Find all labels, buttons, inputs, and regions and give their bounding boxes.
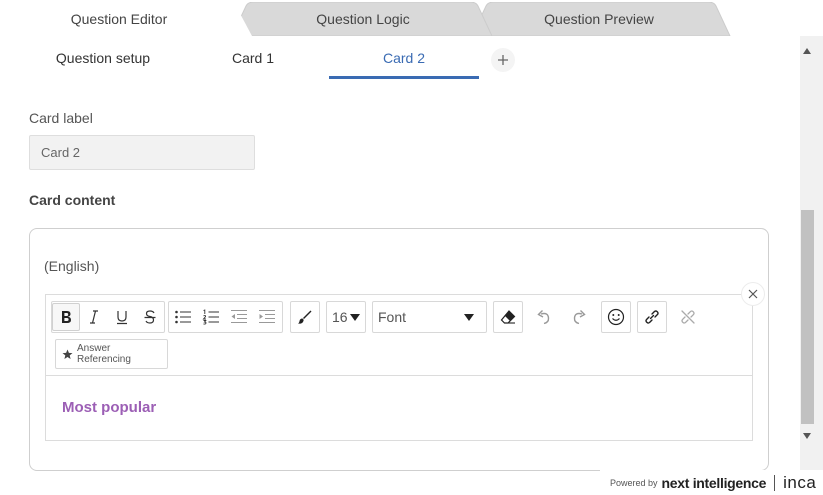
redo-button[interactable]	[564, 301, 594, 333]
scrollbar-thumb[interactable]	[801, 210, 814, 424]
strikethrough-button[interactable]	[136, 303, 164, 331]
add-card-button[interactable]	[491, 48, 515, 72]
undo-button[interactable]	[529, 301, 559, 333]
tab-card-1[interactable]: Card 1	[178, 36, 328, 80]
scroll-down-arrow-icon[interactable]	[803, 433, 811, 439]
tab-question-setup[interactable]: Question setup	[28, 36, 178, 80]
redo-icon	[573, 310, 586, 325]
increase-indent-button[interactable]	[253, 303, 281, 331]
plus-icon	[498, 55, 508, 65]
bold-icon	[62, 311, 71, 323]
card-tab-bar: Question setup Card 1 Card 2	[0, 36, 800, 82]
font-family-value: Font	[378, 309, 407, 325]
text-style-group	[51, 301, 165, 333]
tab-question-preview[interactable]: Question Preview	[472, 2, 750, 36]
indent-icon	[259, 310, 275, 323]
answer-referencing-button[interactable]: Answer Referencing	[55, 339, 168, 369]
top-tab-bar: Question Preview Question Logic Question…	[0, 0, 823, 36]
insert-link-button[interactable]	[637, 301, 667, 333]
numbered-list-icon	[202, 309, 219, 325]
close-icon	[748, 289, 758, 299]
card-content-heading: Card content	[29, 192, 116, 208]
font-family-select[interactable]: Font	[372, 301, 487, 333]
link-icon	[645, 310, 659, 324]
clear-formatting-button[interactable]	[493, 301, 523, 333]
close-button[interactable]	[741, 282, 765, 306]
card-label-heading: Card label	[29, 110, 93, 126]
font-size-value: 16	[332, 309, 348, 325]
next-intelligence-logo: next intelligence	[661, 474, 767, 491]
emoji-icon	[607, 308, 625, 326]
logo-divider	[774, 474, 776, 491]
tab-label: Question Editor	[70, 11, 168, 27]
decrease-indent-button[interactable]	[225, 303, 253, 331]
star-icon	[62, 349, 73, 359]
undo-icon	[537, 310, 550, 325]
powered-by-footer: Powered by next intelligence inca	[600, 470, 823, 495]
tab-question-editor[interactable]: Question Editor	[0, 2, 258, 36]
strikethrough-icon	[144, 310, 156, 324]
tab-label: Question Logic	[316, 11, 410, 27]
bold-button[interactable]	[52, 303, 80, 331]
font-size-select[interactable]: 16	[326, 301, 366, 333]
remove-link-button[interactable]	[673, 301, 703, 333]
answer-referencing-label: Answer Referencing	[77, 343, 131, 365]
tab-card-2[interactable]: Card 2	[329, 36, 479, 80]
editor-content-text[interactable]: Most popular	[62, 399, 156, 416]
brush-icon	[298, 310, 312, 324]
tab-question-logic[interactable]: Question Logic	[232, 2, 494, 36]
italic-button[interactable]	[80, 303, 108, 331]
list-group	[168, 301, 283, 333]
text-color-button[interactable]	[290, 301, 320, 333]
chevron-down-icon	[350, 314, 360, 321]
toolbar-divider	[45, 375, 753, 376]
italic-icon	[90, 310, 98, 324]
underline-button[interactable]	[108, 303, 136, 331]
numbered-list-button[interactable]	[197, 303, 225, 331]
inca-logo: inca	[783, 472, 817, 492]
scroll-up-arrow-icon[interactable]	[803, 48, 811, 54]
eraser-icon	[500, 310, 516, 324]
emoji-button[interactable]	[601, 301, 631, 333]
tab-label: Question Preview	[544, 11, 654, 27]
card-label-input[interactable]	[29, 135, 255, 170]
outdent-icon	[231, 310, 247, 323]
bulleted-list-icon	[175, 310, 191, 324]
underline-icon	[117, 311, 127, 325]
powered-by-text: Powered by	[610, 477, 658, 488]
chevron-down-icon	[464, 314, 474, 321]
unlink-icon	[681, 310, 695, 324]
language-label: (English)	[44, 258, 100, 274]
bulleted-list-button[interactable]	[169, 303, 197, 331]
